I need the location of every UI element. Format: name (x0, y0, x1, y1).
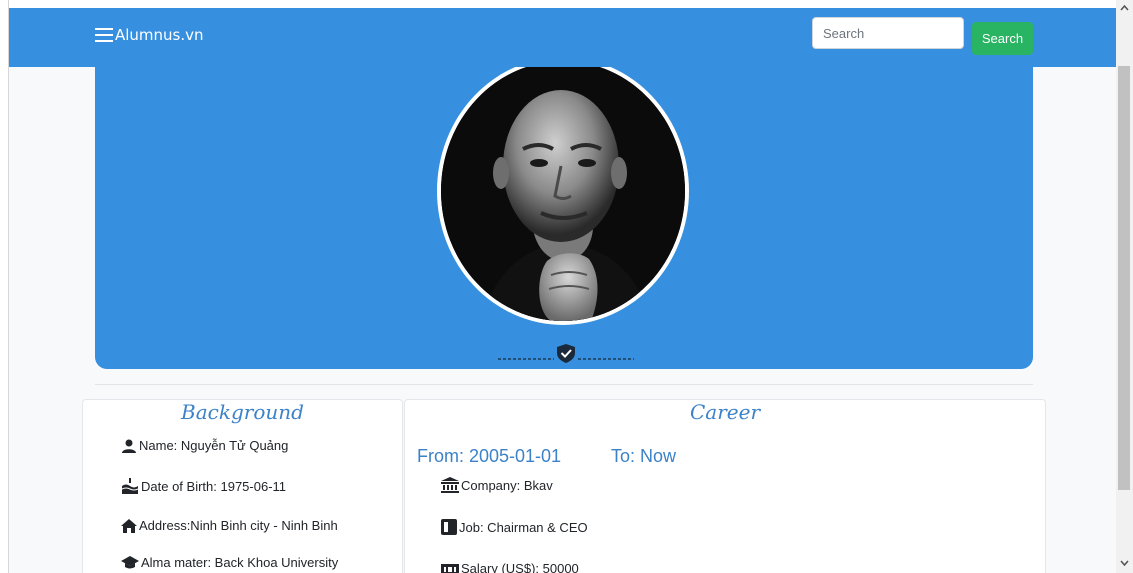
name-row: Name: Nguyễn Tử Quảng (121, 438, 288, 453)
search-button[interactable]: Search (972, 22, 1033, 55)
job-text: Job: Chairman & CEO (459, 519, 588, 535)
id-card-icon (441, 519, 457, 535)
section-divider (95, 384, 1033, 385)
user-icon (122, 439, 136, 453)
career-to: To: Now (611, 446, 677, 466)
salary-text: Salary (US$): 50000 (461, 561, 579, 573)
background-card: Background Name: Nguyễn Tử Quảng Date of… (82, 399, 403, 573)
money-bill-icon (441, 563, 459, 573)
birthday-cake-icon (121, 478, 139, 494)
avatar (437, 67, 689, 325)
profile-banner (95, 67, 1033, 369)
career-from: From: 2005-01-01 (417, 446, 562, 466)
scroll-up-icon[interactable] (1116, 1, 1133, 15)
dob-row: Date of Birth: 1975-06-11 (121, 478, 286, 494)
shield-check-icon (498, 344, 634, 363)
brand-link[interactable]: Alumnus.vn (95, 26, 204, 44)
address-text: Address:Ninh Binh city - Ninh Binh (139, 518, 338, 533)
alma-mater-row: Alma mater: Back Khoa University (121, 555, 338, 570)
career-title: Career (689, 400, 761, 424)
graduation-cap-icon (121, 555, 139, 568)
company-text: Company: Bkav (461, 477, 553, 493)
page: Alumnus.vn Search Search Background Name… (9, 8, 1116, 573)
company-row: Company: Bkav (441, 477, 553, 493)
hamburger-icon[interactable] (95, 28, 113, 42)
bank-icon (441, 477, 459, 493)
window-edge (0, 0, 9, 573)
brand-name: Alumnus.vn (115, 26, 204, 44)
scrollbar-thumb[interactable] (1118, 66, 1130, 490)
alma-mater-text: Alma mater: Back Khoa University (141, 555, 339, 570)
job-row: Job: Chairman & CEO (441, 519, 588, 535)
address-row: Address:Ninh Binh city - Ninh Binh (121, 518, 338, 533)
career-card: Career From: 2005-01-01 To: Now Company:… (404, 399, 1046, 573)
dob-text: Date of Birth: 1975-06-11 (141, 478, 287, 494)
navbar: Alumnus.vn Search (9, 8, 1116, 67)
scroll-down-icon[interactable] (1116, 556, 1133, 570)
search-input[interactable] (812, 17, 964, 49)
home-icon (121, 518, 137, 533)
salary-row: Salary (US$): 50000 (441, 561, 579, 573)
name-text: Name: Nguyễn Tử Quảng (139, 438, 289, 453)
scrollbar[interactable] (1116, 0, 1133, 573)
background-title: Background (181, 400, 304, 424)
